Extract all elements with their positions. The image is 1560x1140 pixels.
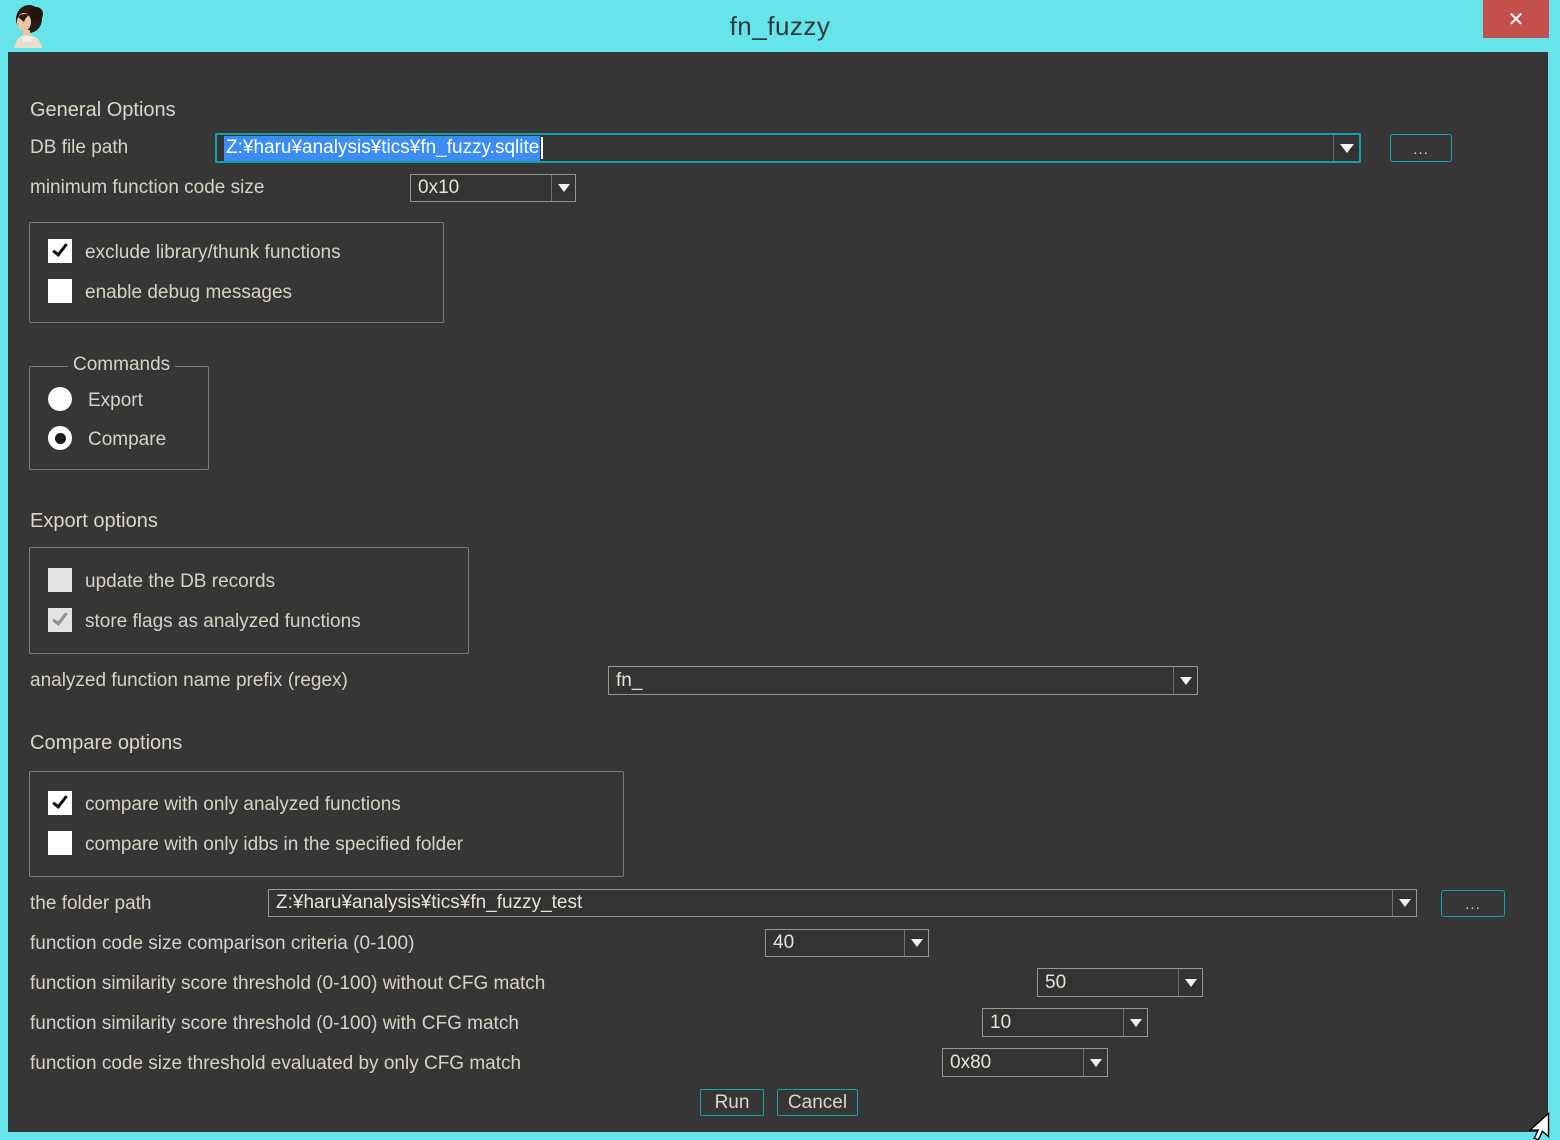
- enable-debug-checkbox[interactable]: [48, 279, 72, 303]
- prefix-value: fn_: [609, 667, 1173, 694]
- similarity-without-cfg-dropdown-button[interactable]: [1178, 969, 1202, 996]
- close-icon: ✕: [1508, 7, 1525, 32]
- prefix-dropdown-button[interactable]: [1173, 667, 1197, 694]
- min-func-size-label: minimum function code size: [30, 175, 264, 201]
- update-db-label: update the DB records: [85, 569, 275, 595]
- exclude-library-label: exclude library/thunk functions: [85, 240, 341, 266]
- check-icon: [52, 240, 68, 257]
- check-icon: [52, 792, 68, 809]
- compare-idbs-checkbox[interactable]: [48, 831, 72, 855]
- similarity-with-cfg-dropdown[interactable]: 10: [982, 1008, 1148, 1037]
- code-size-cfg-only-value: 0x80: [943, 1049, 1083, 1076]
- db-file-path-browse-button[interactable]: ...: [1390, 134, 1452, 162]
- export-options-heading: Export options: [30, 508, 158, 534]
- compare-options-heading: Compare options: [30, 730, 182, 756]
- export-radio[interactable]: [48, 387, 72, 411]
- chevron-down-icon: [1130, 1019, 1142, 1027]
- run-button[interactable]: Run: [700, 1089, 764, 1116]
- code-size-cfg-only-dropdown-button[interactable]: [1083, 1049, 1107, 1076]
- similarity-with-cfg-value: 10: [983, 1009, 1123, 1036]
- folder-path-browse-button[interactable]: ...: [1441, 890, 1505, 917]
- window-title: fn_fuzzy: [0, 11, 1560, 42]
- dialog-body: General Options DB file path Z:¥haru¥ana…: [8, 52, 1548, 1132]
- code-size-criteria-dropdown[interactable]: 40: [765, 929, 929, 957]
- chevron-down-icon: [1340, 144, 1354, 153]
- compare-idbs-label: compare with only idbs in the specified …: [85, 832, 463, 858]
- general-checkbox-group: [29, 222, 444, 323]
- similarity-without-cfg-dropdown[interactable]: 50: [1037, 968, 1203, 997]
- mouse-cursor-icon: [1524, 1112, 1554, 1140]
- min-func-size-dropdown-button[interactable]: [551, 175, 575, 201]
- commands-group: Commands: [29, 366, 209, 470]
- min-func-size-value: 0x10: [411, 175, 551, 201]
- store-flags-label: store flags as analyzed functions: [85, 609, 361, 635]
- general-options-heading: General Options: [30, 97, 176, 123]
- code-size-criteria-dropdown-button[interactable]: [904, 930, 928, 956]
- text-caret: [541, 137, 543, 159]
- prefix-combobox[interactable]: fn_: [608, 666, 1198, 695]
- prefix-label: analyzed function name prefix (regex): [30, 668, 348, 694]
- cancel-button[interactable]: Cancel: [777, 1089, 858, 1116]
- compare-checkbox-group: [29, 771, 624, 877]
- chevron-down-icon: [911, 939, 923, 947]
- folder-path-label: the folder path: [30, 891, 151, 917]
- similarity-without-cfg-value: 50: [1038, 969, 1178, 996]
- db-file-path-combobox[interactable]: Z:¥haru¥analysis¥tics¥fn_fuzzy.sqlite: [215, 133, 1361, 163]
- code-size-criteria-label: function code size comparison criteria (…: [30, 931, 414, 957]
- chevron-down-icon: [1399, 899, 1411, 907]
- folder-path-value: Z:¥haru¥analysis¥tics¥fn_fuzzy_test: [269, 890, 1392, 916]
- chevron-down-icon: [558, 184, 570, 192]
- compare-radio[interactable]: [48, 426, 72, 450]
- folder-path-combobox[interactable]: Z:¥haru¥analysis¥tics¥fn_fuzzy_test: [268, 889, 1417, 917]
- db-file-path-dropdown-button[interactable]: [1333, 135, 1359, 161]
- similarity-with-cfg-dropdown-button[interactable]: [1123, 1009, 1147, 1036]
- chevron-down-icon: [1090, 1059, 1102, 1067]
- db-file-path-label: DB file path: [30, 135, 128, 161]
- store-flags-checkbox[interactable]: [48, 608, 72, 632]
- folder-path-dropdown-button[interactable]: [1392, 890, 1416, 916]
- export-checkbox-group: [29, 547, 469, 654]
- db-file-path-value: Z:¥haru¥analysis¥tics¥fn_fuzzy.sqlite: [224, 136, 540, 161]
- code-size-cfg-only-dropdown[interactable]: 0x80: [942, 1048, 1108, 1077]
- chevron-down-icon: [1185, 979, 1197, 987]
- similarity-with-cfg-label: function similarity score threshold (0-1…: [30, 1011, 519, 1037]
- commands-legend: Commands: [68, 354, 175, 376]
- exclude-library-checkbox[interactable]: [48, 239, 72, 263]
- close-button[interactable]: ✕: [1483, 0, 1549, 38]
- compare-radio-label: Compare: [88, 427, 166, 453]
- code-size-cfg-only-label: function code size threshold evaluated b…: [30, 1051, 521, 1077]
- fn-fuzzy-dialog: fn_fuzzy ✕ General Options DB file path …: [0, 0, 1560, 1140]
- db-file-path-text: Z:¥haru¥analysis¥tics¥fn_fuzzy.sqlite: [217, 135, 1333, 161]
- min-func-size-dropdown[interactable]: 0x10: [410, 174, 576, 202]
- enable-debug-label: enable debug messages: [85, 280, 292, 306]
- chevron-down-icon: [1180, 677, 1192, 685]
- compare-analyzed-checkbox[interactable]: [48, 791, 72, 815]
- compare-analyzed-label: compare with only analyzed functions: [85, 792, 401, 818]
- titlebar[interactable]: fn_fuzzy ✕: [0, 0, 1560, 52]
- similarity-without-cfg-label: function similarity score threshold (0-1…: [30, 971, 545, 997]
- check-icon: [52, 609, 68, 626]
- code-size-criteria-value: 40: [766, 930, 904, 956]
- update-db-checkbox[interactable]: [48, 568, 72, 592]
- export-radio-label: Export: [88, 388, 143, 414]
